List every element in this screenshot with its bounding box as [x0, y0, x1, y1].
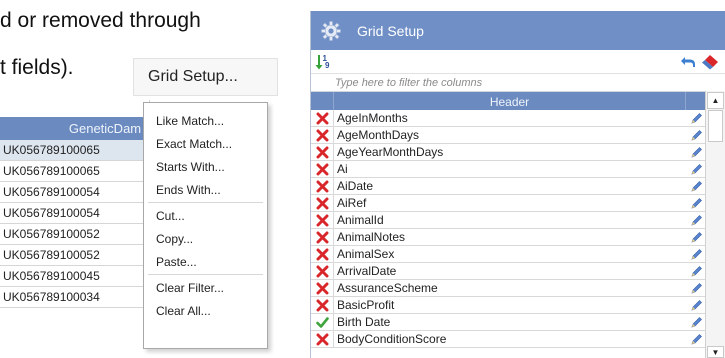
table-row[interactable]: UK056789100052 [0, 224, 150, 245]
column-header: Header [311, 92, 706, 111]
remove-icon[interactable] [311, 161, 334, 177]
pencil-icon[interactable] [686, 110, 706, 126]
panel-title: Grid Setup [357, 22, 424, 39]
svg-text:9: 9 [325, 61, 330, 70]
remove-icon[interactable] [311, 246, 334, 262]
menu-item-cut[interactable]: Cut... [144, 204, 267, 227]
column-row[interactable]: AgeYearMonthDays [311, 144, 706, 161]
column-name: Ai [337, 162, 348, 176]
remove-icon[interactable] [311, 178, 334, 194]
remove-icon[interactable] [311, 195, 334, 211]
menu-item-like-match[interactable]: Like Match... [144, 109, 267, 132]
column-name: AgeYearMonthDays [337, 145, 444, 159]
remove-icon[interactable] [311, 297, 334, 313]
pencil-icon[interactable] [686, 229, 706, 245]
scroll-thumb[interactable] [708, 110, 723, 142]
table-row[interactable]: UK056789100052 [0, 245, 150, 266]
pencil-icon[interactable] [686, 280, 706, 296]
column-row[interactable]: AgeMonthDays [311, 127, 706, 144]
column-row[interactable]: BasicProfit [311, 297, 706, 314]
sort-icon[interactable]: 1 9 [312, 52, 334, 72]
menu-item-ends-with[interactable]: Ends With... [144, 178, 267, 201]
menu-item-clear-filter[interactable]: Clear Filter... [144, 276, 267, 299]
column-row[interactable]: AnimalNotes [311, 229, 706, 246]
column-name: AnimalNotes [337, 230, 406, 244]
column-row[interactable]: AssuranceScheme [311, 280, 706, 297]
remove-icon[interactable] [311, 229, 334, 245]
pencil-icon[interactable] [686, 297, 706, 313]
table-row[interactable]: UK056789100054 [0, 182, 150, 203]
remove-icon[interactable] [311, 280, 334, 296]
pencil-icon[interactable] [686, 195, 706, 211]
vertical-scrollbar[interactable]: ▲ ▼ [705, 91, 725, 358]
remove-icon[interactable] [311, 144, 334, 160]
menu-item-exact-match[interactable]: Exact Match... [144, 132, 267, 155]
panel-title-bar: Grid Setup [311, 11, 725, 50]
undo-icon[interactable] [677, 52, 699, 72]
column-name: AiRef [337, 196, 367, 210]
remove-icon[interactable] [311, 127, 334, 143]
table-row[interactable]: UK056789100034 [0, 287, 150, 308]
remove-icon[interactable] [311, 263, 334, 279]
menu-item-copy[interactable]: Copy... [144, 227, 267, 250]
column-row[interactable]: BodyConditionScore [311, 331, 706, 348]
table-row[interactable]: UK056789100045 [0, 266, 150, 287]
panel-toolbar: 1 9 [311, 50, 725, 74]
column-name: Birth Date [337, 315, 391, 329]
column-name: BasicProfit [337, 298, 395, 312]
column-filter-input[interactable]: Type here to filter the columns [311, 74, 725, 92]
grid-setup-panel: Grid Setup 1 9 Type here to filter the c… [310, 11, 725, 358]
column-name: AgeInMonths [337, 111, 408, 125]
genetic-dam-header[interactable]: GeneticDam [0, 117, 150, 140]
scroll-down-button[interactable]: ▼ [707, 346, 724, 358]
column-row[interactable]: Birth Date [311, 314, 706, 331]
column-row[interactable]: AnimalId [311, 212, 706, 229]
doc-text-line-2: t fields). [0, 56, 74, 79]
column-name: BodyConditionScore [337, 332, 447, 346]
column-row[interactable]: AiRef [311, 195, 706, 212]
column-row[interactable]: AgeInMonths [311, 110, 706, 127]
pencil-icon[interactable] [686, 263, 706, 279]
menu-item-paste[interactable]: Paste... [144, 250, 267, 273]
column-name: AssuranceScheme [337, 281, 438, 295]
remove-icon[interactable] [311, 212, 334, 228]
column-name: ArrivalDate [337, 264, 397, 278]
column-row[interactable]: AnimalSex [311, 246, 706, 263]
check-icon[interactable] [311, 314, 334, 330]
table-row[interactable]: UK056789100065 [0, 161, 150, 182]
pencil-icon[interactable] [686, 127, 706, 143]
column-name: AgeMonthDays [337, 128, 420, 142]
column-row[interactable]: AiDate [311, 178, 706, 195]
menu-item-clear-all[interactable]: Clear All... [144, 299, 267, 322]
pencil-icon[interactable] [686, 331, 706, 347]
scroll-up-button[interactable]: ▲ [707, 92, 724, 109]
menu-separator [148, 202, 263, 203]
doc-text-line-1: d or removed through [0, 9, 201, 32]
filter-context-menu: Like Match... Exact Match... Starts With… [143, 102, 268, 349]
pencil-icon[interactable] [686, 178, 706, 194]
header-label[interactable]: Header [334, 92, 685, 111]
column-name: AnimalId [337, 213, 384, 227]
column-list: AgeInMonths AgeMonthDays AgeYearMonthDays A… [311, 110, 706, 348]
menu-item-starts-with[interactable]: Starts With... [144, 155, 267, 178]
table-row[interactable]: UK056789100054 [0, 203, 150, 224]
pencil-icon[interactable] [686, 314, 706, 330]
grid-setup-button[interactable]: Grid Setup... [133, 58, 278, 96]
pencil-icon[interactable] [686, 212, 706, 228]
table-row[interactable]: UK056789100065 [0, 140, 150, 161]
pencil-icon[interactable] [686, 144, 706, 160]
column-name: AnimalSex [337, 247, 395, 261]
gear-icon [311, 11, 351, 50]
pencil-icon[interactable] [686, 246, 706, 262]
pencil-icon[interactable] [686, 161, 706, 177]
menu-separator [148, 274, 263, 275]
column-row[interactable]: ArrivalDate [311, 263, 706, 280]
remove-icon[interactable] [311, 331, 334, 347]
remove-icon[interactable] [311, 110, 334, 126]
column-row[interactable]: Ai [311, 161, 706, 178]
genetic-dam-grid: GeneticDam UK056789100065 UK056789100065 U… [0, 117, 150, 308]
column-name: AiDate [337, 179, 374, 193]
eraser-icon[interactable] [699, 52, 721, 72]
